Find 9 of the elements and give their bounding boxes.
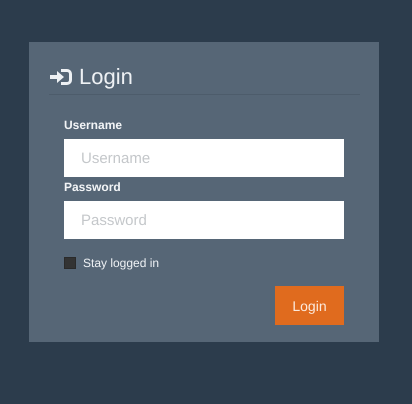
login-button[interactable]: Login xyxy=(275,286,344,325)
checkbox[interactable] xyxy=(64,257,76,269)
field-label: Username xyxy=(64,118,124,132)
login-icon xyxy=(49,66,74,88)
checkbox-label: Stay logged in xyxy=(83,256,160,270)
input-field[interactable]: Username xyxy=(64,139,344,177)
input-field[interactable]: Password xyxy=(64,201,344,239)
login-title: Login xyxy=(79,64,133,90)
field-label: Password xyxy=(64,180,122,194)
